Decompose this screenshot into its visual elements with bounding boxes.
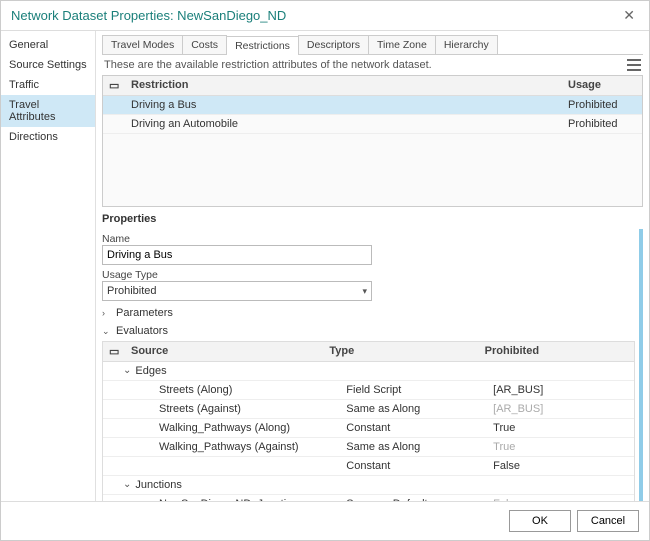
evaluator-section[interactable]: Edges <box>103 362 634 381</box>
chat-icon: ▭ <box>103 342 125 361</box>
table-row[interactable]: ConstantFalse <box>103 457 634 476</box>
row-icon <box>103 438 125 456</box>
cell-type: Constant <box>340 419 487 437</box>
usage-type-value: Prohibited <box>107 285 157 297</box>
cell-type: Same as Along <box>340 400 487 418</box>
parameters-expander[interactable]: › Parameters <box>102 307 635 319</box>
evaluators-expander[interactable]: ⌄ Evaluators <box>102 325 635 337</box>
ok-button[interactable]: OK <box>509 510 571 532</box>
sidebar-item[interactable]: Traffic <box>1 75 95 95</box>
properties-heading: Properties <box>102 213 643 225</box>
tab[interactable]: Travel Modes <box>102 35 183 54</box>
col-header-type[interactable]: Type <box>323 342 478 361</box>
table-row[interactable]: Driving a BusProhibited <box>103 96 642 115</box>
tab[interactable]: Descriptors <box>298 35 369 54</box>
col-header-restriction[interactable]: Restriction <box>125 76 562 95</box>
name-input[interactable] <box>102 245 372 265</box>
description-text: These are the available restriction attr… <box>104 59 432 71</box>
evaluator-section[interactable]: Junctions <box>103 476 634 495</box>
sidebar: GeneralSource SettingsTrafficTravel Attr… <box>1 31 96 501</box>
sidebar-item[interactable]: Source Settings <box>1 55 95 75</box>
cell-source: Streets (Along) <box>125 381 340 399</box>
parameters-label: Parameters <box>116 307 173 319</box>
row-icon <box>103 419 125 437</box>
properties-scroll[interactable]: Name Usage Type Prohibited ▾ › Parameter… <box>102 229 643 501</box>
cell-prohibited: True <box>487 419 634 437</box>
cell-usage: Prohibited <box>562 96 642 114</box>
table-row[interactable]: Walking_Pathways (Along)ConstantTrue <box>103 419 634 438</box>
dialog-body: GeneralSource SettingsTrafficTravel Attr… <box>1 31 649 501</box>
sidebar-item[interactable]: General <box>1 35 95 55</box>
evaluators-grid: ▭ Source Type Prohibited EdgesStreets (A… <box>102 341 635 501</box>
row-icon <box>103 96 125 114</box>
tab[interactable]: Hierarchy <box>435 35 498 54</box>
col-header-prohibited[interactable]: Prohibited <box>479 342 634 361</box>
cancel-button[interactable]: Cancel <box>577 510 639 532</box>
tab[interactable]: Costs <box>182 35 227 54</box>
chevron-down-icon: ▾ <box>362 286 367 297</box>
cell-prohibited: [AR_BUS] <box>487 400 634 418</box>
usage-type-label: Usage Type <box>102 269 635 281</box>
cell-source: Streets (Against) <box>125 400 340 418</box>
row-icon <box>103 457 125 475</box>
cell-prohibited: False <box>487 457 634 475</box>
cell-restriction: Driving a Bus <box>125 96 562 114</box>
col-header-usage[interactable]: Usage <box>562 76 642 95</box>
table-row[interactable]: Streets (Along)Field Script[AR_BUS] <box>103 381 634 400</box>
cell-prohibited: [AR_BUS] <box>487 381 634 399</box>
table-row[interactable]: Walking_Pathways (Against)Same as AlongT… <box>103 438 634 457</box>
dialog: Network Dataset Properties: NewSanDiego_… <box>0 0 650 541</box>
cell-type: Constant <box>340 457 487 475</box>
table-row[interactable]: Driving an AutomobileProhibited <box>103 115 642 134</box>
cell-source: Walking_Pathways (Along) <box>125 419 340 437</box>
sidebar-item[interactable]: Directions <box>1 127 95 147</box>
tab[interactable]: Time Zone <box>368 35 436 54</box>
chat-icon: ▭ <box>103 76 125 95</box>
restrictions-grid: ▭ Restriction Usage Driving a BusProhibi… <box>102 75 643 207</box>
cell-type: Field Script <box>340 381 487 399</box>
cell-usage: Prohibited <box>562 115 642 133</box>
table-row[interactable]: Streets (Against)Same as Along[AR_BUS] <box>103 400 634 419</box>
tab-strip: Travel ModesCostsRestrictionsDescriptors… <box>102 35 643 55</box>
dialog-footer: OK Cancel <box>1 501 649 540</box>
chevron-down-icon: ⌄ <box>102 326 112 337</box>
row-icon <box>103 400 125 418</box>
name-label: Name <box>102 233 635 245</box>
cell-prohibited: True <box>487 438 634 456</box>
col-header-source[interactable]: Source <box>125 342 323 361</box>
restrictions-grid-header: ▭ Restriction Usage <box>103 76 642 96</box>
cell-source <box>125 457 340 475</box>
cell-restriction: Driving an Automobile <box>125 115 562 133</box>
evaluators-label: Evaluators <box>116 325 168 337</box>
titlebar: Network Dataset Properties: NewSanDiego_… <box>1 1 649 31</box>
tab[interactable]: Restrictions <box>226 36 299 55</box>
evaluators-grid-header: ▭ Source Type Prohibited <box>103 342 634 362</box>
restrictions-grid-body[interactable]: Driving a BusProhibitedDriving an Automo… <box>103 96 642 206</box>
cell-source: Walking_Pathways (Against) <box>125 438 340 456</box>
chevron-right-icon: › <box>102 308 112 318</box>
sidebar-item[interactable]: Travel Attributes <box>1 95 95 127</box>
dialog-title: Network Dataset Properties: NewSanDiego_… <box>11 8 286 23</box>
row-icon <box>103 381 125 399</box>
description-row: These are the available restriction attr… <box>102 55 643 75</box>
cell-type: Same as Along <box>340 438 487 456</box>
usage-type-select[interactable]: Prohibited ▾ <box>102 281 372 301</box>
close-icon[interactable]: ✕ <box>619 7 639 24</box>
menu-icon[interactable] <box>627 59 641 71</box>
main-panel: Travel ModesCostsRestrictionsDescriptors… <box>96 31 649 501</box>
evaluators-grid-body: EdgesStreets (Along)Field Script[AR_BUS]… <box>103 362 634 501</box>
row-icon <box>103 115 125 133</box>
